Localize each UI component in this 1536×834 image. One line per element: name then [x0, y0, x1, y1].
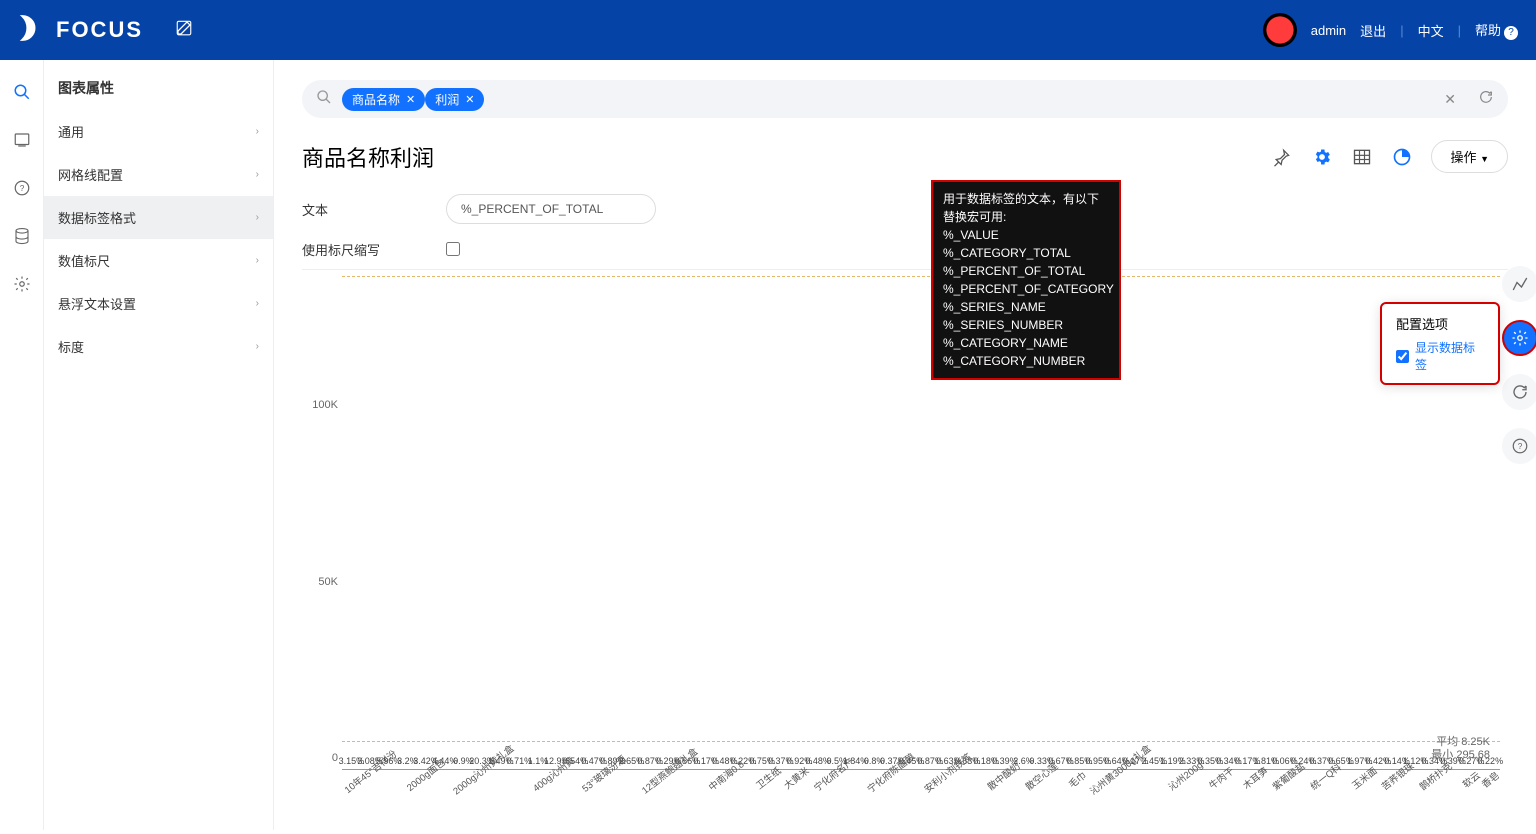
sidebar-item[interactable]: 网格线配置›: [44, 153, 273, 196]
avatar[interactable]: [1263, 13, 1297, 47]
search-chip[interactable]: 商品名称 ✕: [342, 88, 425, 111]
action-button[interactable]: 操作 ▼: [1431, 140, 1508, 173]
nav-board-icon[interactable]: [10, 128, 34, 152]
search-bar[interactable]: 商品名称 ✕利润 ✕ ✕: [302, 80, 1508, 118]
sidebar-item[interactable]: 数据标签格式›: [44, 196, 273, 239]
chart-area: 050K100K 3.15%3.08%5.96%3.2%3.42%4.44%0.…: [302, 276, 1508, 830]
scale-label: 使用标尺缩写: [302, 240, 422, 259]
chevron-right-icon: ›: [256, 341, 259, 352]
sidebar-item[interactable]: 通用›: [44, 110, 273, 153]
chevron-right-icon: ›: [256, 169, 259, 180]
sidebar-item[interactable]: 标度›: [44, 325, 273, 368]
config-panel: 配置选项 显示数据标签: [1380, 302, 1500, 385]
y-tick: 50K: [318, 576, 338, 588]
sidebar-item[interactable]: 数值标尺›: [44, 239, 273, 282]
chart-title: 商品名称利润: [302, 141, 434, 173]
logo-icon: [18, 14, 46, 47]
help-badge-icon: ?: [1504, 26, 1518, 40]
edit-icon[interactable]: [175, 19, 193, 42]
logout-link[interactable]: 退出: [1360, 21, 1386, 40]
sidebar-item[interactable]: 悬浮文本设置›: [44, 282, 273, 325]
chevron-down-icon: ▼: [1480, 154, 1489, 164]
chevron-right-icon: ›: [256, 126, 259, 137]
lang-link[interactable]: 中文: [1418, 21, 1444, 40]
chevron-right-icon: ›: [256, 255, 259, 266]
nav-settings-icon[interactable]: [10, 272, 34, 296]
refresh-icon[interactable]: [1478, 89, 1494, 110]
help-link[interactable]: 帮助?: [1475, 20, 1518, 40]
nav-info-icon[interactable]: ?: [10, 176, 34, 200]
y-tick: 0: [332, 752, 338, 764]
nav-search-icon[interactable]: [10, 80, 34, 104]
pin-icon[interactable]: [1271, 146, 1293, 168]
chip-remove-icon[interactable]: ✕: [465, 93, 474, 106]
svg-text:?: ?: [19, 184, 24, 193]
y-tick: 100K: [312, 399, 338, 411]
chip-remove-icon[interactable]: ✕: [406, 93, 415, 106]
nav-db-icon[interactable]: [10, 224, 34, 248]
min-ref-label: 最小 295.68: [1431, 746, 1490, 762]
text-input[interactable]: [446, 194, 656, 224]
search-chip[interactable]: 利润 ✕: [425, 88, 484, 111]
user-name[interactable]: admin: [1311, 23, 1346, 38]
show-labels-option[interactable]: 显示数据标签: [1396, 339, 1484, 373]
show-labels-checkbox[interactable]: [1396, 350, 1409, 363]
scale-checkbox[interactable]: [446, 242, 460, 256]
search-icon: [316, 89, 332, 110]
gear-icon[interactable]: [1311, 146, 1333, 168]
chevron-right-icon: ›: [256, 298, 259, 309]
macro-tooltip: 用于数据标签的文本，有以下替换宏可用: %_VALUE%_CATEGORY_TO…: [931, 180, 1121, 380]
pie-icon[interactable]: [1391, 146, 1413, 168]
chevron-right-icon: ›: [256, 212, 259, 223]
table-icon[interactable]: [1351, 146, 1373, 168]
brand-text: FOCUS: [56, 17, 143, 43]
svg-text:?: ?: [1518, 442, 1523, 451]
config-title: 配置选项: [1396, 314, 1484, 333]
brand-logo[interactable]: FOCUS: [18, 14, 143, 47]
clear-icon[interactable]: ✕: [1444, 91, 1456, 108]
sidebar-title: 图表属性: [44, 60, 273, 110]
text-label: 文本: [302, 200, 422, 219]
